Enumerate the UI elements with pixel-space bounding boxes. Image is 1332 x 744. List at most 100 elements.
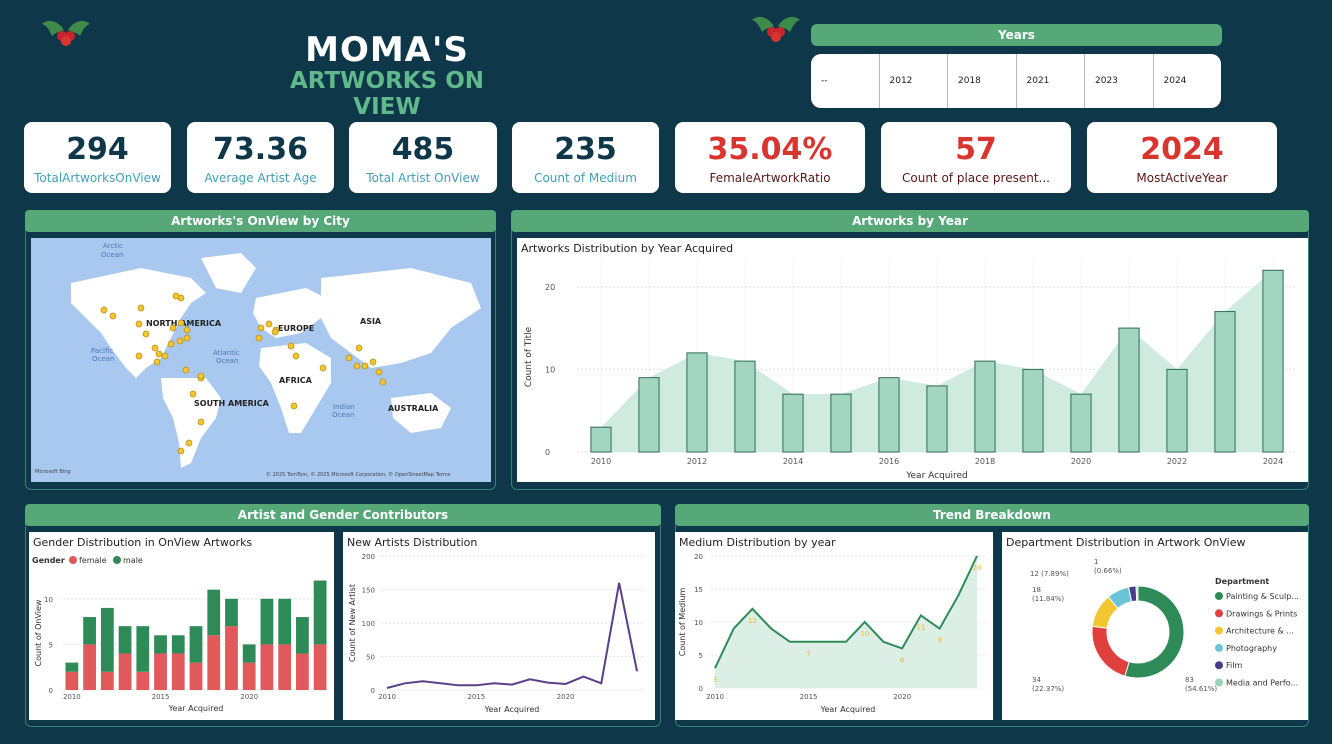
legend-label[interactable]: Painting & Sculp... xyxy=(1226,592,1299,601)
map-point[interactable] xyxy=(176,337,184,345)
legend-swatch[interactable] xyxy=(1215,592,1223,600)
gender-bar-segment[interactable] xyxy=(83,617,96,645)
map-point[interactable] xyxy=(153,358,161,366)
gender-bar-segment[interactable] xyxy=(242,662,256,690)
gender-bar-segment[interactable] xyxy=(313,580,327,645)
map-point[interactable] xyxy=(369,358,377,366)
year-bar[interactable] xyxy=(686,352,708,453)
year-bar[interactable] xyxy=(1070,393,1092,453)
gender-bar-segment[interactable] xyxy=(136,626,150,672)
map-point[interactable] xyxy=(161,352,169,360)
legend-label[interactable]: Architecture & ... xyxy=(1226,627,1294,636)
gender-bar-segment[interactable] xyxy=(260,598,274,645)
map-point[interactable] xyxy=(100,306,108,314)
year-bar[interactable] xyxy=(926,385,948,453)
gender-bar-segment[interactable] xyxy=(260,644,274,690)
map-point[interactable] xyxy=(361,362,369,370)
year-bar[interactable] xyxy=(638,377,660,453)
map-point[interactable] xyxy=(345,354,353,362)
legend-swatch[interactable] xyxy=(1215,626,1223,635)
legend-swatch[interactable] xyxy=(1215,643,1223,652)
map-point[interactable] xyxy=(379,378,387,386)
year-bar[interactable] xyxy=(734,360,756,453)
gender-bar-segment[interactable] xyxy=(189,626,203,663)
gender-bar-segment[interactable] xyxy=(65,662,79,672)
legend-swatch[interactable] xyxy=(1215,678,1223,687)
gender-bar-segment[interactable] xyxy=(118,626,132,654)
gender-bar-segment[interactable] xyxy=(118,653,132,690)
gender-bar-segment[interactable] xyxy=(296,617,309,654)
year-option[interactable]: 2012 xyxy=(880,54,948,108)
legend-label[interactable]: Film xyxy=(1226,661,1242,670)
gender-bar-segment[interactable] xyxy=(225,598,238,627)
gender-bar-segment[interactable] xyxy=(207,635,221,690)
map-point[interactable] xyxy=(155,350,163,358)
year-bar[interactable] xyxy=(590,426,612,453)
map-point[interactable] xyxy=(255,334,263,342)
legend-swatch[interactable] xyxy=(1215,661,1223,670)
map-point[interactable] xyxy=(257,324,265,332)
donut-slice[interactable] xyxy=(1135,585,1139,602)
year-bar[interactable] xyxy=(830,393,852,453)
gender-bar-segment[interactable] xyxy=(171,635,185,654)
map-point[interactable] xyxy=(375,368,383,376)
gender-bar-segment[interactable] xyxy=(154,653,167,690)
year-bar[interactable] xyxy=(1118,327,1140,453)
map-point[interactable] xyxy=(197,372,205,380)
year-option[interactable]: 2024 xyxy=(1154,54,1222,108)
map-point[interactable] xyxy=(197,418,205,426)
legend-swatch[interactable] xyxy=(69,556,77,564)
map-point[interactable] xyxy=(189,390,197,398)
year-option[interactable]: 2023 xyxy=(1085,54,1154,108)
map-point[interactable] xyxy=(167,340,175,348)
year-bar[interactable] xyxy=(782,393,804,453)
map-point[interactable] xyxy=(183,334,191,342)
gender-bar-segment[interactable] xyxy=(207,589,221,636)
gender-bar-segment[interactable] xyxy=(278,644,292,690)
map-point[interactable] xyxy=(169,324,177,332)
map-point[interactable] xyxy=(177,447,185,455)
map-card[interactable]: Arctic Ocean NORTH AMERICA EUROPE ASIA Pa… xyxy=(31,238,491,482)
map-point[interactable] xyxy=(142,330,150,338)
gender-bar-segment[interactable] xyxy=(100,607,114,672)
map-point[interactable] xyxy=(292,352,300,360)
map-point[interactable] xyxy=(185,439,193,447)
map-point[interactable] xyxy=(177,319,185,327)
gender-bar-segment[interactable] xyxy=(65,671,79,690)
year-bar[interactable] xyxy=(1262,269,1284,453)
gender-bar-segment[interactable] xyxy=(100,671,114,690)
map-point[interactable] xyxy=(109,312,117,320)
year-bar[interactable] xyxy=(1166,368,1188,453)
gender-bar-segment[interactable] xyxy=(278,598,292,645)
gender-bar-segment[interactable] xyxy=(225,626,238,690)
year-bar[interactable] xyxy=(1022,368,1044,453)
gender-bar-segment[interactable] xyxy=(154,635,167,654)
gender-bar-segment[interactable] xyxy=(189,662,203,690)
gender-bar-segment[interactable] xyxy=(313,644,327,690)
gender-bar-segment[interactable] xyxy=(83,644,96,690)
year-bar[interactable] xyxy=(878,377,900,453)
map-point[interactable] xyxy=(353,362,361,370)
gender-bar-segment[interactable] xyxy=(296,653,309,690)
world-map[interactable]: Arctic Ocean NORTH AMERICA EUROPE ASIA Pa… xyxy=(31,238,491,482)
map-point[interactable] xyxy=(182,366,190,374)
gender-bar-segment[interactable] xyxy=(136,671,150,690)
map-point[interactable] xyxy=(151,344,159,352)
map-point[interactable] xyxy=(135,320,143,328)
legend-label[interactable]: Photography xyxy=(1226,644,1277,653)
legend-label[interactable]: male xyxy=(123,556,143,565)
legend-label[interactable]: female xyxy=(79,556,107,565)
map-point[interactable] xyxy=(290,402,298,410)
map-point[interactable] xyxy=(137,304,145,312)
year-bar[interactable] xyxy=(974,360,996,453)
map-point[interactable] xyxy=(287,342,295,350)
legend-swatch[interactable] xyxy=(1215,609,1223,618)
year-option[interactable]: 2021 xyxy=(1017,54,1085,108)
map-point[interactable] xyxy=(135,352,143,360)
new-artists-line[interactable] xyxy=(386,582,638,689)
legend-label[interactable]: Drawings & Prints xyxy=(1226,609,1297,618)
donut-slice[interactable] xyxy=(1091,625,1130,677)
year-option[interactable]: -- xyxy=(811,54,880,108)
year-option[interactable]: 2018 xyxy=(948,54,1017,108)
map-point[interactable] xyxy=(319,364,327,372)
